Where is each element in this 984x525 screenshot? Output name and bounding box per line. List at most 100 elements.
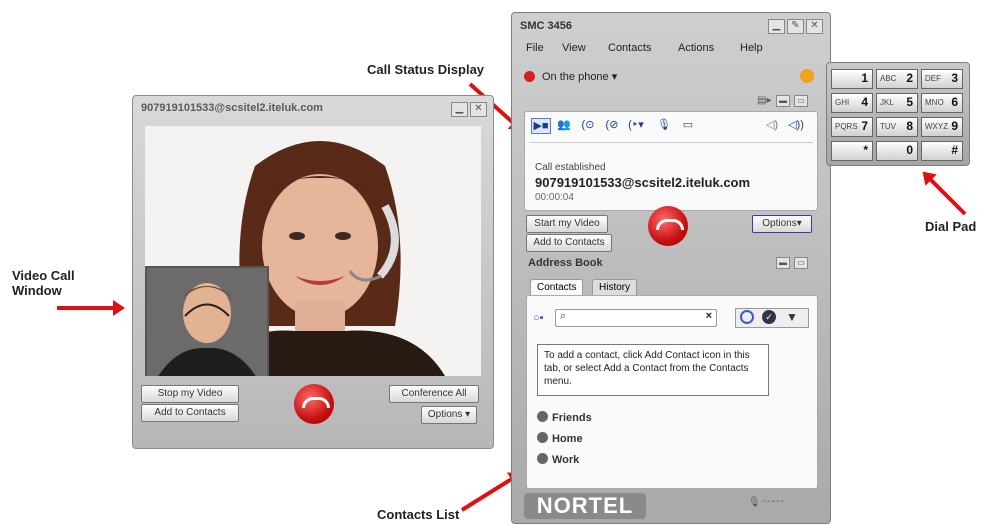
key-hash[interactable]: # xyxy=(921,141,963,161)
group-label: Work xyxy=(552,454,580,466)
self-view-video xyxy=(145,266,269,376)
video-call-window: 907919101533@scsitel2.iteluk.com ▁ ✕ Sto… xyxy=(132,95,494,449)
dial-pad: 1 ABC 2 DEF 3 GHI 4 JKL 5 MNO 6 PQRS 7 TUV 8 WX… xyxy=(826,62,970,166)
group-work[interactable]: Work xyxy=(537,453,579,466)
smc-title: SMC 3456 xyxy=(520,20,572,32)
call-state-text: Call established xyxy=(535,162,606,173)
chevron-down-icon: ▾ xyxy=(796,218,802,229)
phone-icon xyxy=(302,397,330,408)
smc-client-window: SMC 3456 ▁ ✎ ✕ File View Contacts Action… xyxy=(511,12,831,524)
divider xyxy=(529,142,813,143)
microphone-icon[interactable]: 🎙 xyxy=(655,118,673,132)
call-options-icon[interactable]: (‣▾ xyxy=(627,118,645,132)
address-book-title: Address Book xyxy=(528,257,603,269)
menu-view[interactable]: View xyxy=(562,42,586,54)
volume-down-icon[interactable]: ◁) xyxy=(763,118,781,132)
check-filter-icon[interactable]: ✓ xyxy=(762,310,776,324)
dial-pad-arrow xyxy=(928,177,967,216)
presence-status-dropdown[interactable]: On the phone ▾ xyxy=(542,70,617,83)
video-window-callout: Video Call Window xyxy=(12,268,75,298)
key-7[interactable]: PQRS 7 xyxy=(831,117,873,137)
tab-history[interactable]: History xyxy=(592,279,638,296)
group-friends[interactable]: Friends xyxy=(537,411,592,424)
nortel-logo: NORTEL xyxy=(524,493,646,519)
call-address: 907919101533@scsitel2.iteluk.com xyxy=(535,175,751,190)
close-icon[interactable]: ✕ xyxy=(470,102,487,117)
add-to-contacts-button[interactable]: Add to Contacts xyxy=(526,234,612,252)
panel-toggle-icon[interactable]: ▤▸ xyxy=(757,95,771,106)
expand-icon[interactable]: ▭ xyxy=(794,95,808,107)
add-contact-help-text: To add a contact, click Add Contact icon… xyxy=(537,344,769,396)
conference-all-button[interactable]: Conference All xyxy=(389,385,479,403)
key-8[interactable]: TUV 8 xyxy=(876,117,918,137)
minimize-icon[interactable]: ▁ xyxy=(768,19,785,34)
key-2[interactable]: ABC 2 xyxy=(876,69,918,89)
menu-file[interactable]: File xyxy=(526,42,544,54)
expand-icon[interactable]: ▭ xyxy=(794,257,808,269)
collapse-icon[interactable]: ▬ xyxy=(776,257,790,269)
presence-status-label: On the phone xyxy=(542,71,609,83)
video-camera-icon[interactable]: ▶■ xyxy=(531,118,551,134)
keypad-icon[interactable]: ▭ xyxy=(679,118,697,132)
hang-up-button[interactable] xyxy=(294,384,334,424)
status-indicator-icon xyxy=(524,71,535,82)
key-5[interactable]: JKL 5 xyxy=(876,93,918,113)
search-input[interactable]: ⌕ × xyxy=(555,309,717,327)
group-home[interactable]: Home xyxy=(537,432,583,445)
clear-search-icon[interactable]: × xyxy=(706,310,712,322)
collapse-group-icon xyxy=(537,432,548,443)
remote-video xyxy=(145,126,481,376)
close-icon[interactable]: ✕ xyxy=(806,19,823,34)
menu-help[interactable]: Help xyxy=(740,42,763,54)
contacts-list-arrow xyxy=(460,476,514,512)
local-participant-video xyxy=(147,268,267,376)
group-label: Home xyxy=(552,433,583,445)
dial-pad-callout: Dial Pad xyxy=(925,219,977,234)
footer-status: ----- xyxy=(762,495,786,507)
settings-icon[interactable]: ✎ xyxy=(787,19,804,34)
search-icon: ⌕ xyxy=(560,310,567,322)
key-star[interactable]: * xyxy=(831,141,873,161)
hold-icon[interactable]: (⊙ xyxy=(579,118,597,132)
key-3[interactable]: DEF 3 xyxy=(921,69,963,89)
menu-actions[interactable]: Actions xyxy=(678,42,714,54)
key-1[interactable]: 1 xyxy=(831,69,873,89)
view-selector: ✓ ▼ xyxy=(735,308,809,328)
collapse-icon[interactable]: ▬ xyxy=(776,95,790,107)
key-9[interactable]: WXYZ 9 xyxy=(921,117,963,137)
menu-contacts[interactable]: Contacts xyxy=(608,42,651,54)
chevron-down-icon: ▾ xyxy=(611,71,618,83)
chevron-down-icon[interactable]: ▼ xyxy=(786,310,798,324)
video-window-arrow xyxy=(57,300,125,316)
video-window-title: 907919101533@scsitel2.iteluk.com xyxy=(141,102,323,114)
minimize-icon[interactable]: ▁ xyxy=(451,102,468,117)
collapse-group-icon xyxy=(537,411,548,422)
group-label: Friends xyxy=(552,412,592,424)
start-video-button[interactable]: Start my Video xyxy=(526,215,608,233)
stop-video-button[interactable]: Stop my Video xyxy=(141,385,239,403)
call-status-display: ▶■ 👥 (⊙ (⊘ (‣▾ 🎙 ▭ ◁) ◁)) Call establish… xyxy=(524,111,818,211)
microphone-level-icon: 🎙 xyxy=(748,497,761,508)
video-options-button[interactable]: Options ▾ xyxy=(421,406,477,424)
hang-up-button[interactable] xyxy=(648,206,688,246)
call-status-callout: Call Status Display xyxy=(367,62,485,77)
add-contact-icon[interactable]: ○▪ xyxy=(533,312,544,324)
participants-icon[interactable]: 👥 xyxy=(555,118,573,132)
contacts-list-callout: Contacts List xyxy=(377,507,460,522)
add-to-contacts-button[interactable]: Add to Contacts xyxy=(141,404,239,422)
collapse-group-icon xyxy=(537,453,548,464)
video-options-label: Options xyxy=(427,409,463,420)
refresh-icon[interactable] xyxy=(800,69,814,83)
key-0[interactable]: 0 xyxy=(876,141,918,161)
options-label: Options xyxy=(762,218,797,229)
chevron-down-icon: ▾ xyxy=(465,409,471,420)
key-4[interactable]: GHI 4 xyxy=(831,93,873,113)
volume-up-icon[interactable]: ◁)) xyxy=(787,118,805,132)
call-duration: 00:00:04 xyxy=(535,192,574,203)
transfer-icon[interactable]: (⊘ xyxy=(603,118,621,132)
options-button[interactable]: Options▾ xyxy=(752,215,812,233)
online-filter-icon[interactable] xyxy=(740,310,754,324)
phone-icon xyxy=(656,219,684,230)
tab-contacts[interactable]: Contacts xyxy=(530,279,584,296)
key-6[interactable]: MNO 6 xyxy=(921,93,963,113)
